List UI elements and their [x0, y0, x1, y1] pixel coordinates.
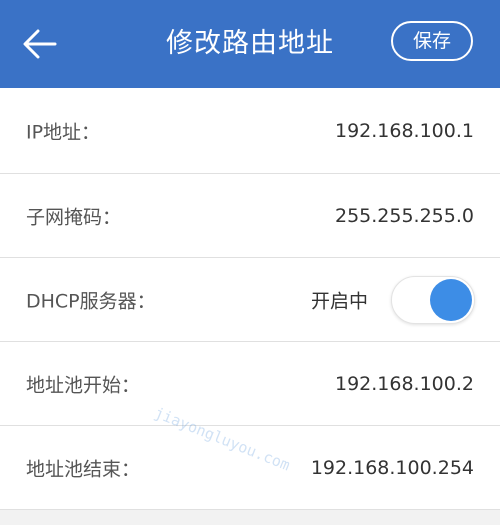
ip-address-label: IP地址：: [26, 121, 101, 143]
arrow-left-icon: [23, 29, 57, 59]
dhcp-toggle[interactable]: [391, 275, 475, 324]
subnet-mask-label: 子网掩码：: [26, 206, 122, 228]
pool-start-value: 192.168.100.2: [334, 372, 474, 395]
toggle-knob: [430, 278, 472, 321]
dhcp-server-row: DHCP服务器： 开启中: [0, 258, 500, 342]
back-button[interactable]: [14, 18, 66, 70]
dhcp-server-label: DHCP服务器：: [26, 290, 156, 312]
pool-end-row[interactable]: 地址池结束： 192.168.100.254: [0, 426, 500, 510]
pool-start-label: 地址池开始：: [26, 374, 141, 396]
ip-address-row[interactable]: IP地址： 192.168.100.1: [0, 88, 500, 174]
app-header: 修改路由地址 保存: [0, 0, 500, 88]
pool-start-row[interactable]: 地址池开始： 192.168.100.2: [0, 342, 500, 426]
subnet-mask-row[interactable]: 子网掩码： 255.255.255.0: [0, 174, 500, 258]
settings-list: IP地址： 192.168.100.1 子网掩码： 255.255.255.0 …: [0, 88, 500, 510]
save-button[interactable]: 保存: [391, 21, 473, 61]
dhcp-status-text: 开启中: [310, 290, 368, 312]
pool-end-value: 192.168.100.254: [310, 456, 474, 479]
subnet-mask-value: 255.255.255.0: [334, 204, 474, 227]
ip-address-value: 192.168.100.1: [334, 119, 474, 142]
pool-end-label: 地址池结束：: [26, 458, 141, 480]
